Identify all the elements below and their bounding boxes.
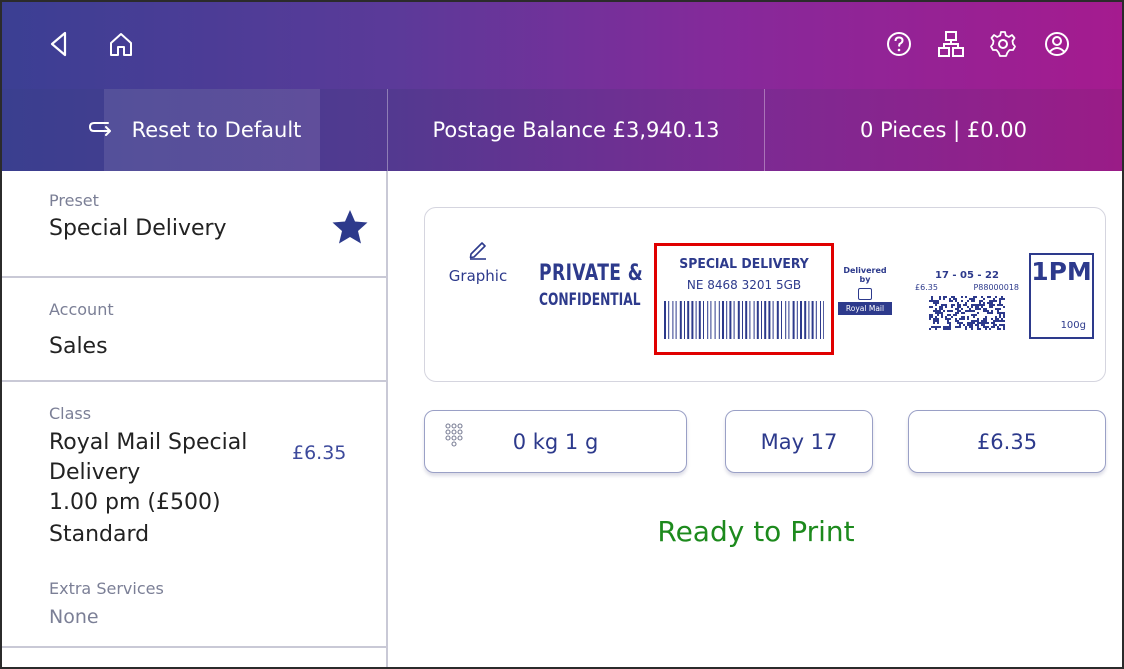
ready-to-print-status: Ready to Print	[657, 515, 855, 548]
account-value: Sales	[49, 334, 108, 359]
class-line-1: Royal Mail Special	[49, 430, 248, 455]
back-icon[interactable]	[44, 29, 74, 59]
class-line-3: 1.00 pm (£500)	[49, 490, 221, 515]
graphic-label: Graphic	[448, 267, 508, 285]
pieces-counter-label: 0 Pieces | £0.00	[860, 118, 1027, 142]
reset-label: Reset to Default	[131, 118, 302, 142]
barcode	[664, 301, 824, 339]
postage-balance[interactable]: Postage Balance £3,940.13	[388, 89, 764, 171]
account-label: Account	[49, 300, 114, 319]
keypad-icon	[445, 423, 463, 447]
favorite-star-icon[interactable]	[330, 207, 370, 247]
class-line-2: Delivery	[49, 460, 141, 485]
class-price: £6.35	[292, 442, 347, 464]
status-bar: Reset to Default Postage Balance £3,940.…	[2, 89, 1122, 171]
class-line-4: Standard	[49, 522, 150, 547]
indicia-amount: £6.35	[915, 283, 938, 292]
settings-sidebar: Preset Special Delivery Account Sales Cl…	[2, 171, 388, 667]
date-button[interactable]: May 17	[725, 410, 873, 473]
network-icon[interactable]	[936, 29, 966, 59]
private-line: PRIVATE &	[539, 261, 644, 286]
weight-button[interactable]: 0 kg 1 g	[424, 410, 687, 473]
reset-to-default-button[interactable]: Reset to Default	[2, 89, 387, 171]
service-time: 1PM	[1031, 257, 1092, 286]
class-section[interactable]: Class Royal Mail Special Delivery 1.00 p…	[2, 382, 386, 648]
special-delivery-highlight: SPECIAL DELIVERY NE 8468 3201 5GB	[654, 243, 834, 355]
royal-mail-crown-icon	[858, 288, 872, 300]
service-time-box: 1PM 100g	[1029, 253, 1094, 339]
weight-value: 0 kg 1 g	[512, 429, 599, 454]
extra-services-label: Extra Services	[49, 579, 164, 598]
account-section[interactable]: Account Sales	[2, 278, 386, 382]
app-window: Reset to Default Postage Balance £3,940.…	[0, 0, 1124, 669]
royal-mail-mark: Delivered by Royal Mail	[837, 266, 893, 315]
postage-price-button[interactable]: £6.35	[908, 410, 1106, 473]
redirect-arrow-icon	[88, 122, 111, 136]
indicia-meter-id: P88000018	[973, 283, 1019, 292]
home-icon[interactable]	[106, 29, 136, 59]
preset-section[interactable]: Preset Special Delivery	[2, 171, 386, 278]
weight-limit: 100g	[1060, 320, 1086, 331]
confidential-line: CONFIDENTIAL	[539, 290, 641, 310]
pieces-counter[interactable]: 0 Pieces | £0.00	[765, 89, 1122, 171]
tracking-number: NE 8468 3201 5GB	[686, 278, 802, 292]
2d-barcode	[929, 296, 1005, 330]
pencil-icon	[469, 242, 486, 260]
date-value: May 17	[760, 429, 838, 454]
special-delivery-title: SPECIAL DELIVERY	[679, 256, 809, 272]
top-navigation-bar	[2, 2, 1122, 89]
class-label: Class	[49, 404, 92, 423]
preset-value: Special Delivery	[49, 216, 227, 241]
graphic-button[interactable]: Graphic	[443, 238, 513, 318]
postage-balance-label: Postage Balance £3,940.13	[432, 118, 720, 142]
delivered-by-label: Delivered by	[843, 266, 887, 284]
price-value: £6.35	[976, 429, 1038, 454]
indicia-date-block: 17 - 05 - 22 £6.35 P88000018	[912, 270, 1022, 334]
label-preview-card[interactable]: Graphic PRIVATE & CONFIDENTIAL SPECIAL D…	[424, 207, 1106, 382]
help-icon[interactable]	[884, 29, 914, 59]
royal-mail-badge: Royal Mail	[838, 302, 892, 315]
extra-services-value: None	[49, 606, 99, 628]
preset-label: Preset	[49, 191, 99, 210]
account-icon[interactable]	[1042, 29, 1072, 59]
indicia-date: 17 - 05 - 22	[935, 270, 999, 281]
settings-icon[interactable]	[988, 29, 1018, 59]
